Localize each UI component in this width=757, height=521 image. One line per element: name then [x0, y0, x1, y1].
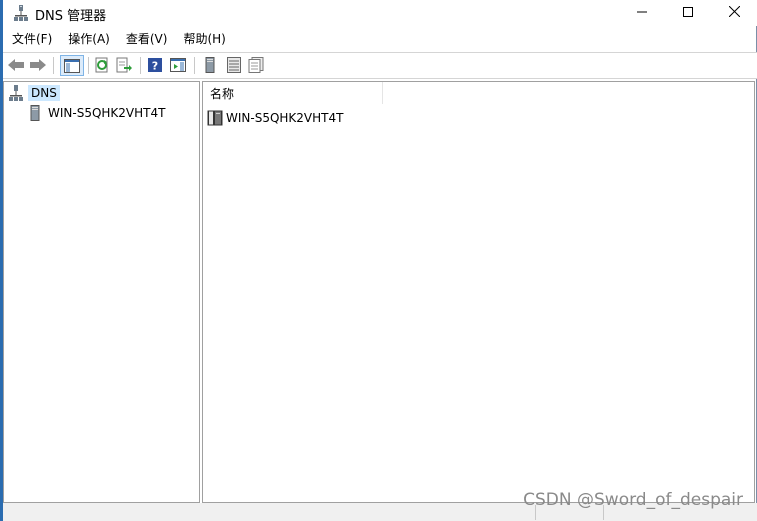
- maximize-button[interactable]: [665, 0, 711, 26]
- properties-icon[interactable]: [247, 56, 265, 74]
- tree-node-server[interactable]: WIN-S5QHK2VHT4T: [30, 104, 165, 122]
- close-button[interactable]: [711, 0, 757, 26]
- maximize-icon: [683, 6, 693, 20]
- menu-action[interactable]: 操作(A): [60, 28, 118, 50]
- menu-bar: 文件(F) 操作(A) 查看(V) 帮助(H): [3, 28, 757, 50]
- minimize-button[interactable]: [619, 0, 665, 26]
- action-pane-icon[interactable]: [169, 56, 187, 74]
- dns-icon: [13, 4, 29, 22]
- server-icon: [30, 105, 40, 121]
- back-arrow-icon[interactable]: [7, 56, 25, 74]
- refresh-icon[interactable]: [93, 56, 111, 74]
- list-item[interactable]: WIN-S5QHK2VHT4T: [207, 109, 343, 127]
- help-icon[interactable]: ?: [146, 56, 164, 74]
- export-list-icon[interactable]: [115, 56, 133, 74]
- record-list-icon[interactable]: [225, 56, 243, 74]
- list-pane[interactable]: 名称 WIN-S5QHK2VHT4T: [202, 81, 755, 503]
- toolbar: ?: [3, 52, 757, 79]
- forward-arrow-icon[interactable]: [29, 56, 47, 74]
- close-icon: [728, 5, 740, 20]
- tree-pane[interactable]: DNS WIN-S5QHK2VHT4T: [3, 81, 200, 503]
- title-bar[interactable]: DNS 管理器: [3, 0, 757, 26]
- window-title: DNS 管理器: [35, 9, 107, 24]
- menu-file[interactable]: 文件(F): [3, 28, 60, 50]
- list-item-name: WIN-S5QHK2VHT4T: [226, 111, 344, 125]
- tree-node-label: WIN-S5QHK2VHT4T: [48, 106, 166, 120]
- show-hide-tree-icon[interactable]: [60, 55, 84, 76]
- server-icon: [207, 110, 223, 126]
- watermark: CSDN @Sword_of_despair: [523, 490, 743, 510]
- menu-help[interactable]: 帮助(H): [175, 28, 233, 50]
- svg-text:?: ?: [152, 60, 158, 73]
- tree-node-label: DNS: [28, 85, 60, 101]
- dns-icon: [8, 85, 24, 101]
- menu-view[interactable]: 查看(V): [118, 28, 176, 50]
- tree-node-dns[interactable]: DNS: [8, 84, 60, 102]
- column-header-name[interactable]: 名称: [203, 82, 383, 104]
- server-icon[interactable]: [201, 56, 219, 74]
- minimize-icon: [637, 6, 647, 20]
